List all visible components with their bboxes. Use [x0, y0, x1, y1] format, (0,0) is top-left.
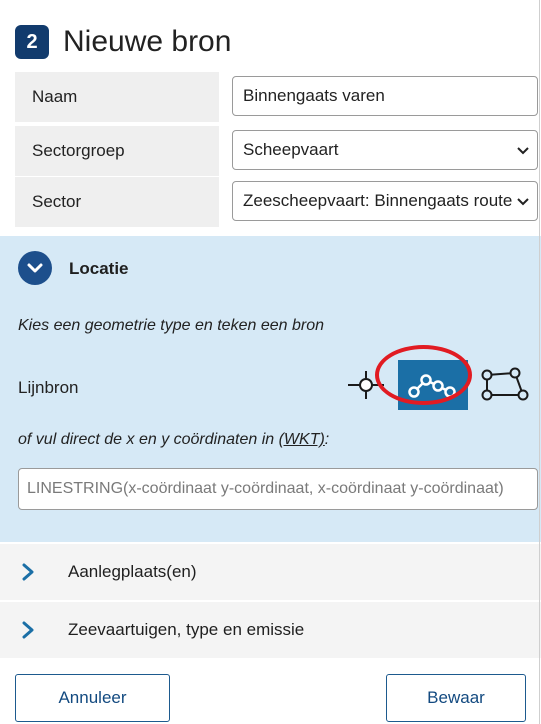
- sector-group-label: Sectorgroep: [15, 126, 219, 176]
- highlight-annotation: [375, 345, 472, 405]
- panel-divider: [539, 0, 540, 724]
- chevron-wrapper: [20, 620, 46, 640]
- polygon-geometry-button[interactable]: [476, 360, 532, 410]
- wkt-help-link[interactable]: (WKT): [279, 431, 325, 448]
- geometry-type-label: Lijnbron: [18, 378, 79, 397]
- chevron-right-icon: [22, 563, 34, 581]
- wkt-hint-colon: :: [324, 431, 330, 448]
- section-label: Aanlegplaats(en): [68, 562, 197, 581]
- sector-select[interactable]: Zeescheepvaart: Binnengaats route: [232, 181, 538, 221]
- chevron-right-icon: [22, 621, 34, 639]
- location-title: Locatie: [69, 259, 129, 278]
- location-section: Locatie Kies een geometrie type en teken…: [0, 236, 541, 542]
- panel-header: 2 Nieuwe bron: [15, 20, 231, 64]
- sector-group-value: Scheepvaart: [243, 140, 339, 159]
- sector-label: Sector: [15, 177, 219, 227]
- chevron-down-icon: [517, 198, 529, 206]
- name-value: Binnengaats varen: [243, 86, 385, 105]
- name-row: Naam Binnengaats varen: [15, 72, 540, 122]
- sector-value: Zeescheepvaart: Binnengaats route: [243, 191, 513, 210]
- chevron-down-icon: [27, 263, 43, 273]
- polygon-icon: [481, 367, 529, 401]
- name-input[interactable]: Binnengaats varen: [232, 76, 538, 116]
- new-source-panel: 2 Nieuwe bron Naam Binnengaats varen Sec…: [0, 0, 541, 724]
- section-label: Zeevaartuigen, type en emissie: [68, 620, 305, 639]
- sector-group-select[interactable]: Scheepvaart: [232, 130, 538, 170]
- cancel-button[interactable]: Annuleer: [15, 674, 170, 722]
- step-badge: 2: [15, 25, 49, 59]
- wkt-hint-text: of vul direct de x en y coördinaten in: [18, 431, 279, 448]
- name-label: Naam: [15, 72, 219, 122]
- sector-group-row: Sectorgroep Scheepvaart: [15, 126, 540, 176]
- section-zeevaartuigen[interactable]: Zeevaartuigen, type en emissie: [0, 602, 541, 658]
- sector-row: Sector Zeescheepvaart: Binnengaats route: [15, 177, 540, 227]
- section-aanlegplaatsen[interactable]: Aanlegplaats(en): [0, 544, 541, 600]
- chevron-wrapper: [20, 562, 46, 582]
- geometry-hint: Kies een geometrie type en teken een bro…: [18, 317, 324, 334]
- save-button[interactable]: Bewaar: [386, 674, 526, 722]
- chevron-down-icon: [517, 147, 529, 155]
- wkt-input[interactable]: [18, 468, 538, 510]
- wkt-hint: of vul direct de x en y coördinaten in (…: [18, 431, 329, 449]
- page-title: Nieuwe bron: [63, 25, 232, 58]
- collapse-location-toggle[interactable]: [18, 251, 52, 285]
